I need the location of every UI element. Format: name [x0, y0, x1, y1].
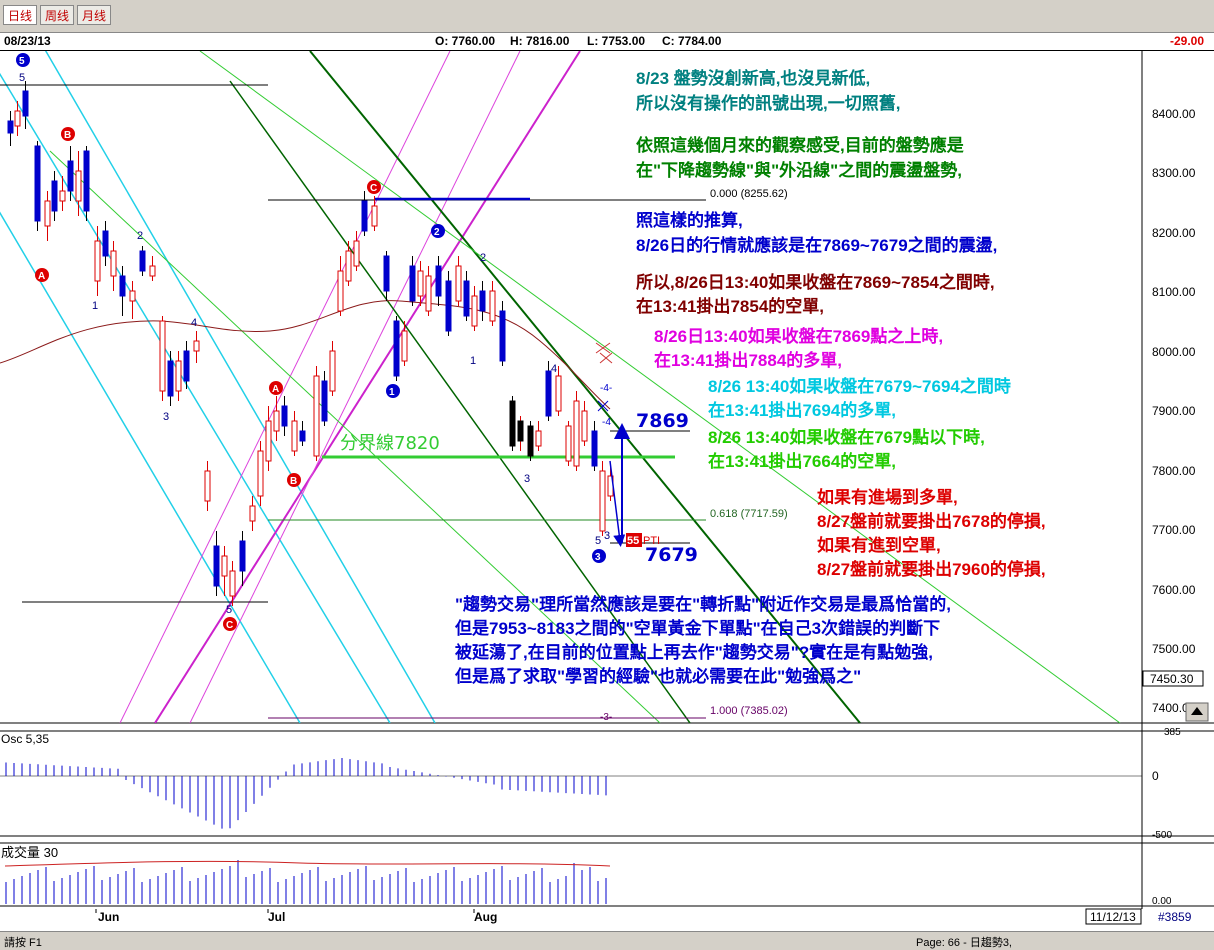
oscillator-bars — [5, 758, 607, 829]
svg-text:Jul: Jul — [268, 910, 285, 924]
price-axis: 8400.00 8300.00 8200.00 8100.00 8000.00 … — [1152, 107, 1196, 715]
svg-text:在13:41掛出7854的空單,: 在13:41掛出7854的空單, — [636, 296, 824, 316]
osc-title: Osc 5,35 — [1, 732, 49, 746]
svg-text:在13:41掛出7664的空單,: 在13:41掛出7664的空單, — [708, 451, 896, 471]
volume-average-line — [4, 860, 611, 867]
osc-axis-top: 385 — [1164, 727, 1181, 738]
svg-text:7700.00: 7700.00 — [1152, 523, 1196, 537]
svg-text:8100.00: 8100.00 — [1152, 285, 1196, 299]
svg-text:8400.00: 8400.00 — [1152, 107, 1196, 121]
svg-text:2: 2 — [480, 252, 486, 264]
quote-change: -29.00 — [1170, 34, 1205, 48]
volume-title: 成交量 30 — [1, 845, 58, 860]
quote-info-bar: 08/23/13 O: 7760.00 H: 7816.00 L: 7753.0… — [0, 33, 1214, 51]
svg-text:8200.00: 8200.00 — [1152, 226, 1196, 240]
quote-close: C: 7784.00 — [662, 34, 722, 48]
svg-text:8/26 13:40如果收盤在7679~7694之間時: 8/26 13:40如果收盤在7679~7694之間時 — [708, 376, 1011, 396]
svg-text:但是爲了求取"學習的經驗"也就必需要在此"勉強爲之": 但是爲了求取"學習的經驗"也就必需要在此"勉強爲之" — [455, 666, 861, 686]
fib-label-1: 1.000 (7385.02) — [710, 705, 788, 717]
svg-text:B: B — [290, 476, 297, 487]
svg-text:1: 1 — [470, 355, 476, 367]
channel-mark-4b: -4 — [602, 417, 611, 428]
pti-text: PTI — [643, 535, 660, 547]
svg-text:C: C — [226, 620, 233, 631]
quote-open: O: 7760.00 — [435, 34, 496, 48]
svg-text:依照這幾個月來的觀察感受,目前的盤勢應是: 依照這幾個月來的觀察感受,目前的盤勢應是 — [636, 135, 964, 155]
svg-text:7900.00: 7900.00 — [1152, 404, 1196, 418]
volume-bars — [5, 860, 607, 904]
svg-text:2: 2 — [434, 227, 440, 238]
svg-text:C: C — [370, 183, 377, 194]
svg-text:7500.00: 7500.00 — [1152, 642, 1196, 656]
channel-mark-4a: -4- — [600, 383, 612, 394]
svg-text:4: 4 — [551, 363, 557, 375]
svg-text:5: 5 — [226, 604, 232, 616]
osc-axis-zero: 0 — [1152, 769, 1159, 783]
svg-text:3: 3 — [163, 411, 169, 423]
svg-text:被延蕩了,在目前的位置點上再去作"趨勢交易"?實在是有點勉強: 被延蕩了,在目前的位置點上再去作"趨勢交易"?實在是有點勉強, — [455, 642, 933, 662]
top-toolbar: 日线 周线 月线 — [0, 0, 1214, 33]
svg-text:7600.00: 7600.00 — [1152, 583, 1196, 597]
svg-text:8/26日13:40如果收盤在7869點之上時,: 8/26日13:40如果收盤在7869點之上時, — [654, 326, 943, 346]
status-page: Page: 66 - 日趨勢3, — [916, 937, 1012, 949]
svg-text:8/23 盤勢沒創新高,也沒見新低,: 8/23 盤勢沒創新高,也沒見新低, — [636, 68, 870, 88]
svg-text:4: 4 — [191, 317, 197, 329]
id-box: #3859 — [1158, 910, 1192, 924]
pti-number: 55 — [627, 535, 639, 547]
status-bar: 請按 F1 Page: 66 - 日趨勢3, — [0, 931, 1214, 950]
fib-label-618: 0.618 (7717.59) — [710, 508, 788, 520]
svg-text:1: 1 — [92, 300, 98, 312]
tab-monthly[interactable]: 月线 — [77, 5, 112, 25]
svg-text:照這樣的推算,: 照這樣的推算, — [636, 210, 743, 230]
volume-axis-bottom: 0.00 — [1152, 896, 1172, 907]
svg-text:7800.00: 7800.00 — [1152, 464, 1196, 478]
svg-text:A: A — [38, 271, 45, 282]
channel-mark-3: -3- — [600, 712, 612, 723]
svg-text:5: 5 — [19, 56, 25, 67]
quote-date: 08/23/13 — [4, 34, 51, 48]
status-help: 請按 F1 — [4, 937, 42, 949]
target-low-label: 7679 — [645, 544, 698, 566]
svg-text:Jun: Jun — [98, 910, 119, 924]
target-high-label: 7869 — [636, 410, 689, 432]
svg-text:所以沒有操作的訊號出現,一切照舊,: 所以沒有操作的訊號出現,一切照舊, — [636, 93, 900, 113]
svg-text:如果有進場到多單,: 如果有進場到多單, — [817, 487, 958, 507]
svg-text:B: B — [64, 130, 71, 141]
svg-text:如果有進到空單,: 如果有進到空單, — [817, 535, 941, 555]
svg-text:8000.00: 8000.00 — [1152, 345, 1196, 359]
tab-weekly[interactable]: 周线 — [40, 5, 75, 25]
boundary-line-label: 分界線7820 — [340, 433, 440, 454]
tab-daily[interactable]: 日线 — [3, 5, 38, 25]
svg-text:2: 2 — [137, 230, 143, 242]
chart-area[interactable]: 8400.00 8300.00 8200.00 8100.00 8000.00 … — [0, 51, 1214, 931]
quote-low: L: 7753.00 — [587, 34, 646, 48]
quote-high: H: 7816.00 — [510, 34, 570, 48]
fib-label-0: 0.000 (8255.62) — [710, 188, 788, 200]
osc-axis-bottom: -500 — [1152, 830, 1172, 841]
svg-text:8300.00: 8300.00 — [1152, 166, 1196, 180]
svg-text:在13:41掛出7884的多單,: 在13:41掛出7884的多單, — [654, 350, 842, 370]
svg-text:8/27盤前就要掛出7960的停損,: 8/27盤前就要掛出7960的停損, — [817, 559, 1046, 579]
svg-text:8/27盤前就要掛出7678的停損,: 8/27盤前就要掛出7678的停損, — [817, 511, 1046, 531]
current-price-box: 7450.30 — [1150, 672, 1194, 686]
svg-text:5: 5 — [19, 72, 25, 84]
svg-text:3: 3 — [595, 552, 601, 563]
time-axis: Jun Jul Aug — [98, 910, 497, 924]
svg-text:5: 5 — [595, 535, 601, 547]
svg-text:在13:41掛出7694的多單,: 在13:41掛出7694的多單, — [708, 400, 896, 420]
svg-text:8/26 13:40如果收盤在7679點以下時,: 8/26 13:40如果收盤在7679點以下時, — [708, 427, 985, 447]
svg-text:所以,8/26日13:40如果收盤在7869~7854之間時: 所以,8/26日13:40如果收盤在7869~7854之間時, — [636, 272, 995, 292]
svg-text:Aug: Aug — [474, 910, 497, 924]
svg-text:1: 1 — [389, 387, 395, 398]
svg-text:但是7953~8183之間的"空單黃金下單點"在自己3次錯誤: 但是7953~8183之間的"空單黃金下單點"在自己3次錯誤的判斷下 — [455, 618, 940, 638]
date-box: 11/12/13 — [1090, 910, 1136, 924]
svg-text:3: 3 — [604, 530, 610, 542]
svg-text:"趨勢交易"理所當然應該是要在"轉折點"附近作交易是最爲恰當: "趨勢交易"理所當然應該是要在"轉折點"附近作交易是最爲恰當的, — [455, 594, 951, 614]
svg-text:在"下降趨勢線"與"外沿線"之間的震盪盤勢,: 在"下降趨勢線"與"外沿線"之間的震盪盤勢, — [636, 160, 962, 180]
svg-text:3: 3 — [524, 473, 530, 485]
svg-text:8/26日的行情就應該是在7869~7679之間的震盪,: 8/26日的行情就應該是在7869~7679之間的震盪, — [636, 235, 997, 255]
svg-text:A: A — [272, 384, 279, 395]
